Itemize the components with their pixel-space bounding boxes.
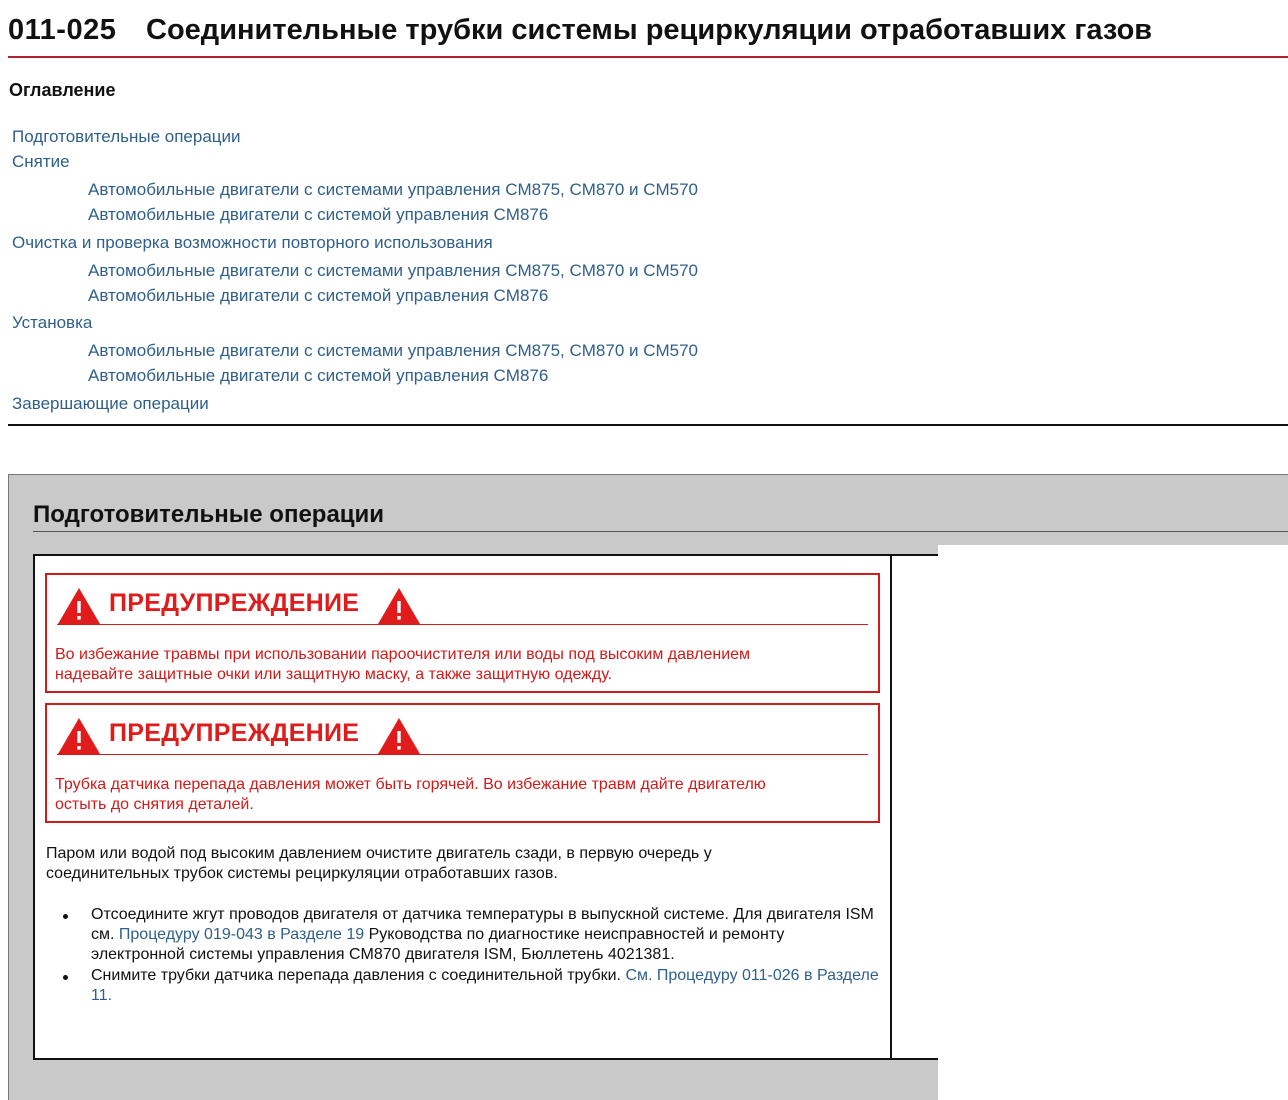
section-panel: Подготовительные операции ПРЕДУПРЕЖДЕНИЕ… — [8, 474, 1288, 1100]
toc-link-cleaning-cm875[interactable]: Автомобильные двигатели с системами упра… — [88, 261, 698, 281]
warning-title: ПРЕДУПРЕЖДЕНИЕ — [109, 589, 360, 617]
toc-divider — [8, 424, 1288, 426]
toc-heading: Оглавление — [9, 80, 116, 100]
warning-text-line: Во избежание травмы при использовании па… — [55, 646, 751, 663]
section-title: Подготовительные операции — [33, 501, 385, 528]
warning-header: ПРЕДУПРЕЖДЕНИЕ — [57, 585, 868, 625]
warning-text-line: Трубка датчика перепада давления может б… — [55, 776, 766, 793]
page-title: Соединительные трубки системы рециркуляц… — [146, 14, 1153, 46]
step-list: Отсоедините жгут проводов двигателя от д… — [62, 905, 882, 1007]
toc-link-installation-cm876[interactable]: Автомобильные двигатели с системой управ… — [88, 366, 548, 386]
warning-box: ПРЕДУПРЕЖДЕНИЕ Во избежание травмы при и… — [45, 573, 880, 693]
paragraph-line: Паром или водой под высоким давлением оч… — [46, 845, 712, 862]
content-box: ПРЕДУПРЕЖДЕНИЕ Во избежание травмы при и… — [33, 554, 892, 1060]
toc-link-final[interactable]: Завершающие операции — [12, 394, 209, 414]
warning-box: ПРЕДУПРЕЖДЕНИЕ Трубка датчика перепада д… — [45, 703, 880, 823]
warning-triangle-icon — [377, 587, 421, 625]
toc-link-installation-cm875[interactable]: Автомобильные двигатели с системами упра… — [88, 341, 698, 361]
toc-link-removal-cm875[interactable]: Автомобильные двигатели с системами упра… — [88, 180, 698, 200]
toc-link-removal[interactable]: Снятие — [12, 152, 70, 172]
warning-triangle-icon — [377, 717, 421, 755]
toc-link-removal-cm876[interactable]: Автомобильные двигатели с системой управ… — [88, 205, 548, 225]
warning-text: Трубка датчика перепада давления может б… — [55, 775, 865, 815]
procedure-link[interactable]: Процедуру 019-043 в Разделе 19 — [119, 926, 364, 943]
warning-text: Во избежание травмы при использовании па… — [55, 645, 865, 685]
blank-area — [938, 545, 1288, 1100]
toc-link-installation[interactable]: Установка — [12, 313, 92, 333]
instruction-paragraph: Паром или водой под высоким давлением оч… — [46, 844, 846, 884]
warning-text-line: остыть до снятия деталей. — [55, 796, 254, 813]
section-divider — [33, 531, 1288, 532]
toc-link-cleaning[interactable]: Очистка и проверка возможности повторног… — [12, 233, 493, 253]
side-column — [892, 554, 938, 1060]
toc-link-cleaning-cm876[interactable]: Автомобильные двигатели с системой управ… — [88, 286, 548, 306]
warning-triangle-icon — [57, 587, 101, 625]
procedure-number: 011-025 — [8, 14, 117, 46]
warning-header: ПРЕДУПРЕЖДЕНИЕ — [57, 715, 868, 755]
bullet-icon — [63, 975, 68, 980]
list-item: Снимите трубки датчика перепада давления… — [62, 966, 882, 1006]
warning-title: ПРЕДУПРЕЖДЕНИЕ — [109, 719, 360, 747]
list-item: Отсоедините жгут проводов двигателя от д… — [62, 905, 882, 965]
warning-triangle-icon — [57, 717, 101, 755]
page-header: 011-025 Соединительные трубки системы ре… — [8, 12, 1288, 58]
warning-text-line: надевайте защитные очки или защитную мас… — [55, 666, 613, 683]
toc-link-preparatory[interactable]: Подготовительные операции — [12, 127, 241, 147]
paragraph-line: соединительных трубок системы рециркуляц… — [46, 865, 558, 882]
step-text: Снимите трубки датчика перепада давления… — [91, 967, 626, 984]
bullet-icon — [63, 914, 68, 919]
